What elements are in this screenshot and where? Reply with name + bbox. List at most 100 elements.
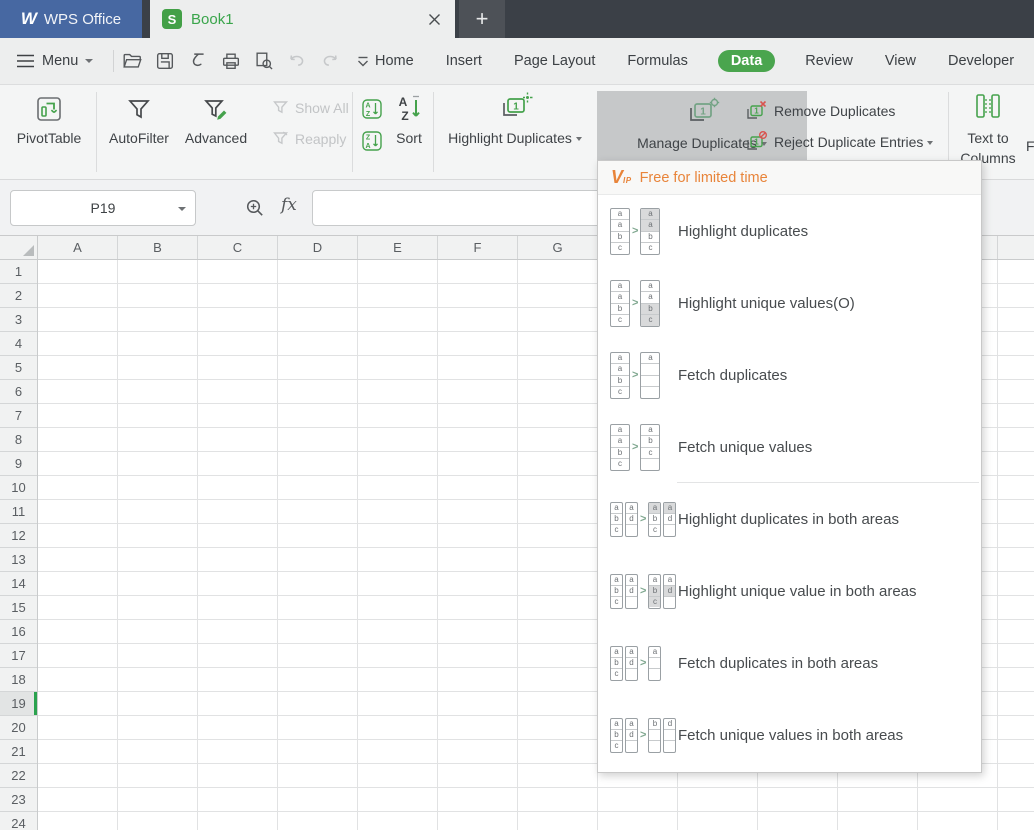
ribbon-tab[interactable]: Review [803,50,855,72]
open-file-icon[interactable] [120,49,144,73]
ribbon-tab[interactable]: Insert [444,50,484,72]
ribbon-tab[interactable]: Home [373,50,416,72]
reapply-button[interactable]: Reapply [272,130,346,147]
dropdown-menu-item[interactable]: aabc > aabc Highlight duplicates [598,195,981,267]
dropdown-menu-item[interactable]: abcad > a Fetch duplicates in both areas [598,627,981,699]
before-state-icon: aabc [610,351,630,399]
redo-icon[interactable] [318,49,342,73]
ribbon-tab[interactable]: Developer [946,50,1016,72]
advanced-filter-button[interactable]: Advanced [180,95,252,146]
ribbon-tab-strip: Home Insert Page Layout Formulas Data Review V… [373,38,1016,84]
row-header[interactable]: 5 [0,356,37,380]
text-to-columns-icon [976,94,1000,118]
column-header[interactable]: G [518,236,598,259]
duplicate-transform-icon: aabc > aabc [610,207,678,255]
pivottable-button[interactable]: PivotTable [4,93,94,146]
row-header[interactable]: 22 [0,764,37,788]
row-header[interactable]: 18 [0,668,37,692]
row-header[interactable]: 2 [0,284,37,308]
row-header[interactable]: 21 [0,740,37,764]
arrow-icon: > [640,584,647,597]
row-header[interactable]: 3 [0,308,37,332]
column-header[interactable]: B [118,236,198,259]
remove-duplicates-icon: 1 [747,100,767,119]
dropdown-menu-item[interactable]: aabc > aabc Highlight unique values(O) [598,267,981,339]
ribbon-tab[interactable]: Formulas [625,50,689,72]
svg-text:1: 1 [754,107,759,116]
autofilter-button[interactable]: AutoFilter [100,95,178,146]
close-tab-icon[interactable] [425,10,443,28]
divider [96,92,97,172]
row-header[interactable]: 10 [0,476,37,500]
sort-descending-icon[interactable]: ZA [360,129,384,153]
wps-office-home-button[interactable]: W WPS Office [0,0,142,38]
row-header[interactable]: 11 [0,500,37,524]
duplicate-transform-icon: abcad > a [610,645,678,681]
dropdown-menu-item[interactable]: abcad > bd Fetch unique values in both a… [598,699,981,771]
ribbon-tab[interactable]: Data [717,50,776,72]
row-header[interactable]: 17 [0,644,37,668]
row-header[interactable]: 8 [0,428,37,452]
save-icon[interactable] [153,49,177,73]
pivottable-icon [37,97,61,121]
cell-reference: P19 [90,200,116,216]
svg-text:Z: Z [366,135,371,142]
select-all-corner[interactable] [0,236,38,260]
zoom-selection-icon[interactable] [244,197,266,219]
export-pdf-icon[interactable] [186,49,210,73]
svg-text:A: A [365,143,370,150]
more-commands-icon[interactable] [351,49,375,73]
show-all-button[interactable]: Show All [272,99,349,116]
sort-icon: AZ [399,95,420,123]
column-header[interactable]: A [38,236,118,259]
dropdown-menu-item[interactable]: abcad > abcad Highlight duplicates in bo… [598,482,981,555]
new-tab-button[interactable]: + [459,0,505,38]
row-header[interactable]: 20 [0,716,37,740]
duplicate-transform-icon: aabc > a [610,351,678,399]
column-header[interactable]: E [358,236,438,259]
text-to-columns-button[interactable]: Text to Columns [950,89,1026,168]
menu-item-label: Fetch duplicates [678,366,788,384]
row-header[interactable]: 16 [0,620,37,644]
reject-duplicate-entries-button[interactable]: 1 Reject Duplicate Entries [744,131,934,153]
column-header[interactable]: D [278,236,358,259]
dropdown-caret-icon [575,137,582,141]
column-header[interactable]: F [438,236,518,259]
dropdown-menu-item[interactable]: aabc > abc Fetch unique values [598,411,981,483]
reapply-icon [273,131,289,145]
row-header[interactable]: 19 [0,692,37,716]
row-header[interactable]: 24 [0,812,37,830]
ribbon-tab[interactable]: View [883,50,918,72]
row-header[interactable]: 14 [0,572,37,596]
menu-item-label: Highlight unique value in both areas [678,582,917,600]
row-header[interactable]: 6 [0,380,37,404]
clipped-group-label: F [1026,138,1034,154]
insert-function-button[interactable]: fx [281,195,297,215]
ribbon-tab[interactable]: Page Layout [512,50,597,72]
dropdown-menu-item[interactable]: aabc > a Fetch duplicates [598,339,981,411]
name-box-caret-icon[interactable] [178,207,186,211]
row-headers: 1 2 3 4 5 6 7 8 9 10 11 12 13 14 15 16 17 18 19 20 21 22 23 24 [0,260,38,830]
row-header[interactable]: 7 [0,404,37,428]
row-header[interactable]: 13 [0,548,37,572]
highlight-duplicates-button[interactable]: 1 Highlight Duplicates [437,91,593,146]
column-header[interactable]: C [198,236,278,259]
document-tab-book1[interactable]: S Book1 [150,0,455,38]
menu-button[interactable]: Menu [16,38,94,84]
row-header[interactable]: 1 [0,260,37,284]
undo-icon[interactable] [285,49,309,73]
row-header[interactable]: 15 [0,596,37,620]
before-state-icon: aabc [610,279,630,327]
row-header[interactable]: 9 [0,452,37,476]
sort-ascending-icon[interactable]: AZ [360,97,384,121]
row-header[interactable]: 23 [0,788,37,812]
remove-duplicates-button[interactable]: 1 Remove Duplicates [744,100,895,122]
print-preview-icon[interactable] [252,49,276,73]
sort-button[interactable]: AZ Sort [386,93,432,146]
menu-item-label: Fetch unique values in both areas [678,726,904,744]
print-icon[interactable] [219,49,243,73]
row-header[interactable]: 12 [0,524,37,548]
name-box[interactable]: P19 [10,190,196,226]
row-header[interactable]: 4 [0,332,37,356]
dropdown-menu-item[interactable]: abcad > abcad Highlight unique value in … [598,555,981,627]
